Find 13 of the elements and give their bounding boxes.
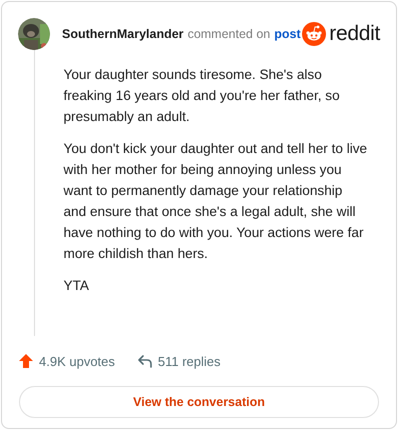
- brand-wordmark: reddit: [329, 22, 380, 46]
- reply-count: 511 replies: [158, 354, 221, 368]
- alien-logo-icon: [302, 22, 326, 46]
- comment-paragraph: YTA: [64, 277, 90, 295]
- upvote-count: 4.9K upvotes: [39, 354, 115, 368]
- comment-paragraph: Your daughter sounds tiresome. She's also freaking 16 years old and you're her father, so presumably an adult.: [64, 66, 341, 126]
- reply-arrow-icon[interactable]: [136, 353, 153, 369]
- view-conversation-button[interactable]: View the conversation: [19, 386, 379, 418]
- comment-paragraph: You don't kick your daughter out and tell her to live with her mother for being annoying unless you want to permanently damage your relationship and ensure that once she's a legal adult, she will have nothing to do with you. Your actions were far more childish than hers.: [64, 140, 368, 263]
- author-name[interactable]: SouthernMarylander: [62, 27, 184, 41]
- upvote-arrow-icon[interactable]: [18, 353, 34, 369]
- post-link[interactable]: post: [274, 27, 301, 41]
- action-text: commented on: [188, 27, 270, 41]
